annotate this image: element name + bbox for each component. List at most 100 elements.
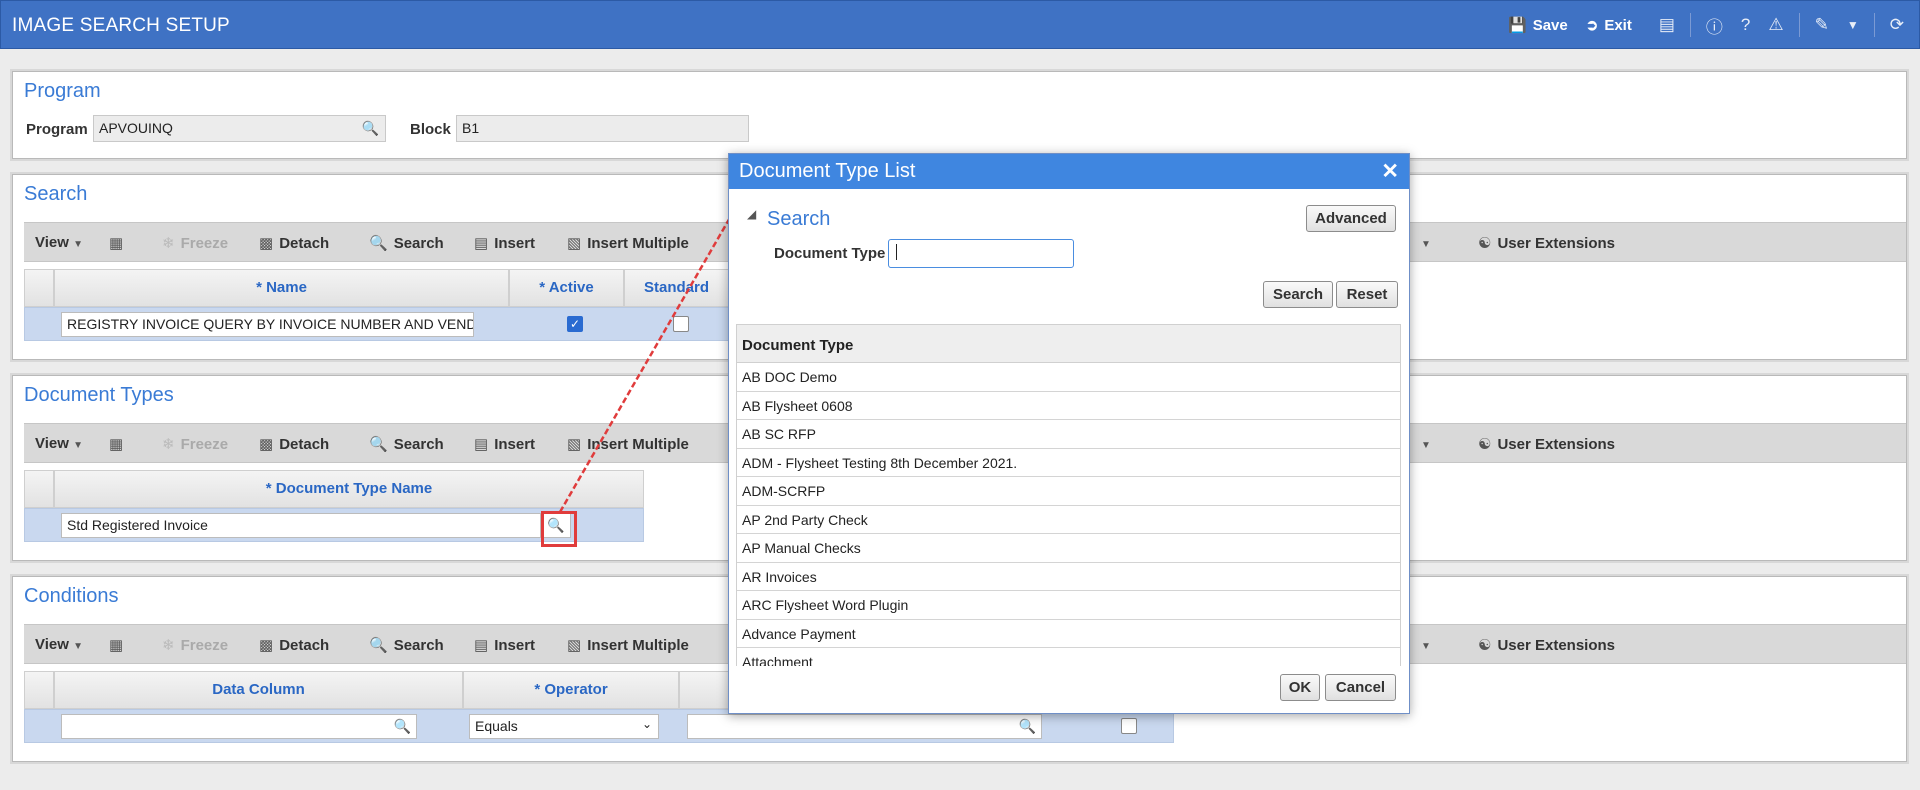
help-icon[interactable]: ?	[1741, 15, 1750, 35]
ok-button[interactable]: OK	[1280, 674, 1320, 701]
reset-button[interactable]: Reset	[1336, 281, 1398, 308]
document-type-input[interactable]	[888, 239, 1074, 268]
column-header-document-type-name[interactable]: * Document Type Name	[54, 470, 644, 508]
insert-multiple-button[interactable]: ▧ Insert Multiple	[567, 435, 689, 453]
user-extensions-label: User Extensions	[1497, 436, 1615, 453]
list-item[interactable]: Attachment	[737, 648, 1400, 666]
info-icon[interactable]: ⓘ	[1706, 13, 1723, 38]
freeze-button[interactable]: ❄ Freeze	[162, 435, 228, 453]
highlight-box	[541, 511, 577, 547]
column-header-operator[interactable]: * Operator	[463, 671, 679, 709]
list-item[interactable]: ARC Flysheet Word Plugin	[737, 591, 1400, 620]
dialog-title-bar: Document Type List ✕	[729, 154, 1409, 189]
search-icon[interactable]: 🔍	[1019, 718, 1036, 735]
close-icon[interactable]: ✕	[1381, 159, 1399, 184]
panel-title: Conditions	[24, 585, 119, 607]
detach-button[interactable]: ▩ Detach	[259, 636, 329, 654]
program-field[interactable]: APVOUINQ 🔍	[93, 115, 386, 142]
user-extensions-label: User Extensions	[1497, 235, 1615, 252]
search-button[interactable]: 🔍 Search	[369, 636, 444, 654]
view-menu[interactable]: View ▼	[35, 234, 83, 251]
search-section-title[interactable]: Search	[767, 208, 830, 231]
separator	[1798, 13, 1800, 37]
text-cursor	[896, 244, 901, 260]
user-extensions-label: User Extensions	[1497, 637, 1615, 654]
insert-button[interactable]: ▤ Insert	[474, 636, 535, 654]
program-value: APVOUINQ	[99, 120, 173, 136]
detach-button[interactable]: ▩ Detach	[259, 435, 329, 453]
view-label: View	[35, 234, 69, 251]
freeze-button[interactable]: ❄ Freeze	[162, 636, 228, 654]
refresh-icon[interactable]: ⟳	[1890, 15, 1904, 35]
save-label: Save	[1532, 16, 1568, 34]
data-column-input[interactable]: 🔍	[61, 714, 417, 739]
column-header-active[interactable]: * Active	[509, 269, 624, 307]
detach-label: Detach	[279, 235, 330, 252]
document-type-list-dialog: Document Type List ✕ ◢ Search Advanced D…	[728, 153, 1410, 714]
freeze-button[interactable]: ❄ Freeze	[162, 234, 228, 252]
chevron-down-icon: ⌄	[641, 717, 652, 731]
table-row[interactable]: 🔍 Equals ⌄ 🔍	[24, 709, 1174, 743]
list-item[interactable]: AP Manual Checks	[737, 534, 1400, 563]
list-item[interactable]: AB DOC Demo	[737, 363, 1400, 392]
insert-button[interactable]: ▤ Insert	[474, 234, 535, 252]
exit-button[interactable]: ➲ Exit	[1585, 16, 1632, 35]
view-menu[interactable]: View ▼	[35, 435, 83, 452]
print-icon[interactable]: ▤	[1659, 15, 1675, 35]
collapse-triangle-icon[interactable]: ◢	[747, 207, 756, 221]
chevron-down-icon[interactable]: ▼	[1421, 435, 1437, 452]
insert-multiple-button[interactable]: ▧ Insert Multiple	[567, 636, 689, 654]
list-item[interactable]: Advance Payment	[737, 620, 1400, 648]
dialog-title: Document Type List	[739, 160, 916, 182]
save-button[interactable]: 💾 Save	[1508, 16, 1568, 35]
search-label: Search	[393, 235, 444, 252]
condition-checkbox[interactable]	[1121, 718, 1137, 734]
panel-title: Document Types	[24, 384, 174, 406]
document-type-name-input[interactable]: Std Registered Invoice	[61, 513, 541, 538]
operator-select[interactable]: Equals ⌄	[469, 714, 659, 739]
name-cell-input[interactable]: REGISTRY INVOICE QUERY BY INVOICE NUMBER…	[61, 312, 474, 337]
insert-multiple-button[interactable]: ▧ Insert Multiple	[567, 234, 689, 252]
column-header-name[interactable]: * Name	[54, 269, 509, 307]
user-extensions-button[interactable]: ☯ User Extensions	[1478, 636, 1615, 654]
list-item[interactable]: AP 2nd Party Check	[737, 506, 1400, 534]
chevron-down-icon[interactable]: ▼	[1847, 18, 1859, 32]
table-row[interactable]: REGISTRY INVOICE QUERY BY INVOICE NUMBER…	[24, 307, 729, 341]
warning-icon[interactable]: ⚠	[1768, 15, 1783, 35]
document-type-list-header[interactable]: Document Type	[736, 324, 1401, 363]
standard-checkbox[interactable]	[673, 316, 689, 332]
search-button[interactable]: Search	[1263, 281, 1333, 308]
search-button[interactable]: 🔍 Search	[369, 435, 444, 453]
list-item[interactable]: AB Flysheet 0608	[737, 392, 1400, 420]
active-checkbox[interactable]: ✓	[567, 316, 583, 332]
chevron-down-icon[interactable]: ▼	[1421, 234, 1437, 251]
exit-icon: ➲	[1585, 17, 1599, 34]
block-field[interactable]: B1	[456, 115, 749, 142]
search-button[interactable]: 🔍 Search	[369, 234, 444, 252]
list-item[interactable]: AR Invoices	[737, 563, 1400, 591]
chevron-down-icon: ▼	[73, 239, 83, 250]
insert-button[interactable]: ▤ Insert	[474, 435, 535, 453]
user-extensions-button[interactable]: ☯ User Extensions	[1478, 234, 1615, 252]
cancel-button[interactable]: Cancel	[1325, 674, 1396, 701]
user-extensions-button[interactable]: ☯ User Extensions	[1478, 435, 1615, 453]
detach-button[interactable]: ▩ Detach	[259, 234, 329, 252]
list-item[interactable]: ADM - Flysheet Testing 8th December 2021…	[737, 449, 1400, 477]
search-icon[interactable]: 🔍	[362, 120, 379, 137]
layout-icon[interactable]: ▦	[109, 435, 129, 453]
view-menu[interactable]: View ▼	[35, 636, 83, 653]
layout-icon[interactable]: ▦	[109, 636, 129, 654]
list-item[interactable]: AB SC RFP	[737, 420, 1400, 449]
freeze-label: Freeze	[180, 637, 229, 654]
value-input[interactable]: 🔍	[687, 714, 1042, 739]
list-item[interactable]: ADM-SCRFP	[737, 477, 1400, 506]
column-header-standard[interactable]: Standard	[624, 269, 729, 307]
chevron-down-icon[interactable]: ▼	[1421, 636, 1437, 653]
edit-icon[interactable]: ✎	[1815, 15, 1829, 35]
search-icon[interactable]: 🔍	[394, 718, 411, 735]
search-label: Search	[393, 637, 444, 654]
layout-icon[interactable]: ▦	[109, 234, 129, 252]
chevron-down-icon: ▼	[73, 641, 83, 652]
column-header-data-column[interactable]: Data Column	[54, 671, 463, 709]
advanced-button[interactable]: Advanced	[1306, 205, 1396, 232]
